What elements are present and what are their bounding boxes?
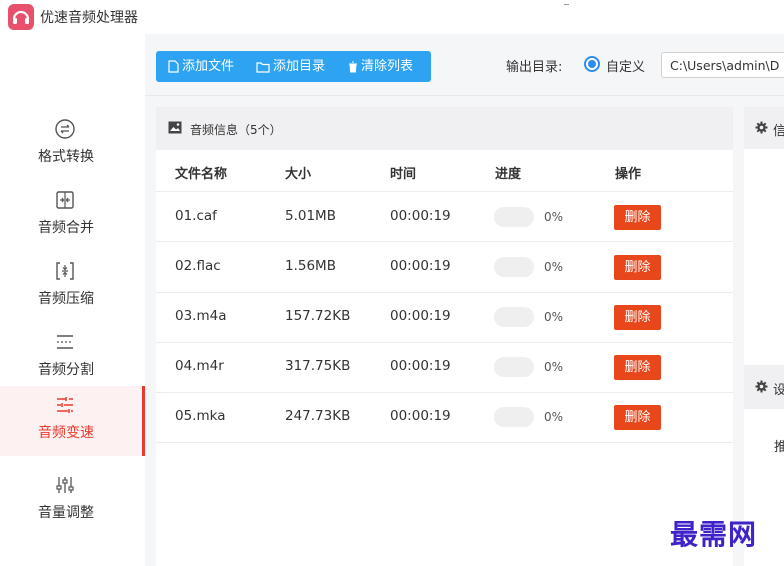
app-logo: [8, 4, 34, 30]
delete-button[interactable]: 删除: [614, 355, 661, 380]
sidebar-item-label: 音频分割: [38, 362, 94, 378]
sidebar-item-audio-split[interactable]: 音频分割: [0, 323, 145, 393]
table-row: 02.flac 1.56MB 00:00:19 0% 删除: [156, 242, 733, 293]
add-file-label: 添加文件: [182, 59, 235, 74]
file-duration: 00:00:19: [390, 208, 451, 224]
image-icon: [168, 121, 182, 134]
progress-bar: [494, 307, 534, 327]
settings-option-label: 推: [774, 440, 784, 455]
settings-panel-title: 设: [773, 383, 784, 398]
progress-text: 0%: [544, 260, 564, 274]
folder-icon: [256, 61, 270, 73]
table-row: 04.m4r 317.75KB 00:00:19 0% 删除: [156, 342, 733, 393]
volume-adjust-icon: [56, 477, 74, 493]
sidebar-item-label: 音量调整: [38, 505, 94, 521]
title-bar: 优速音频处理器: [0, 0, 784, 34]
sidebar-item-label: 音频变速: [38, 425, 94, 441]
progress-bar: [494, 207, 534, 227]
sidebar: 格式转换 音频合并 音频压缩 音频分割 音频变速 音量调整: [0, 34, 145, 566]
column-header-size: 大小: [285, 167, 312, 182]
info-panel-body: [744, 149, 784, 365]
settings-panel-header: 设: [744, 365, 784, 409]
column-header-time: 时间: [390, 167, 417, 182]
progress-bar: [494, 257, 534, 277]
info-panel-title: 信: [773, 124, 784, 139]
file-name: 02.flac: [175, 258, 221, 274]
file-duration: 00:00:19: [390, 408, 451, 424]
sidebar-item-label: 格式转换: [38, 149, 94, 165]
file-name: 01.caf: [175, 208, 217, 224]
column-header-action: 操作: [615, 167, 642, 182]
file-duration: 00:00:19: [390, 258, 451, 274]
app-title: 优速音频处理器: [40, 10, 138, 26]
delete-button[interactable]: 删除: [614, 405, 661, 430]
file-name: 05.mka: [175, 408, 226, 424]
file-name: 04.m4r: [175, 358, 224, 374]
custom-dir-radio-label[interactable]: 自定义: [606, 56, 645, 75]
table-row: 03.m4a 157.72KB 00:00:19 0% 删除: [156, 292, 733, 343]
sidebar-item-label: 音频合并: [38, 220, 94, 236]
watermark: 最需网: [670, 518, 758, 551]
add-folder-label: 添加目录: [273, 59, 326, 74]
sidebar-item-label: 音频压缩: [38, 291, 94, 307]
custom-dir-radio[interactable]: [584, 56, 600, 72]
gear-icon: [755, 380, 768, 393]
add-file-button[interactable]: 添加文件: [168, 51, 234, 82]
sidebar-item-volume-adjust[interactable]: 音量调整: [0, 466, 145, 536]
progress-text: 0%: [544, 360, 564, 374]
sidebar-item-audio-speed[interactable]: 音频变速: [0, 386, 145, 456]
audio-info-title: 音频信息（5个）: [190, 123, 282, 137]
audio-info-panel: 音频信息（5个） 文件名称 大小 时间 进度 操作 01.caf 5.01MB …: [156, 107, 733, 566]
audio-compress-icon: [56, 262, 74, 280]
gear-icon: [755, 121, 768, 134]
audio-split-icon: [57, 335, 73, 349]
info-panel-header: 信: [744, 107, 784, 149]
file-icon: [168, 60, 179, 73]
trash-icon: [349, 61, 357, 72]
column-header-progress: 进度: [495, 167, 522, 182]
sidebar-item-audio-merge[interactable]: 音频合并: [0, 181, 145, 251]
progress-text: 0%: [544, 310, 564, 324]
add-folder-button[interactable]: 添加目录: [256, 51, 325, 82]
output-dir-label: 输出目录:: [506, 60, 563, 75]
audio-info-header: 音频信息（5个）: [156, 107, 733, 150]
file-size: 247.73KB: [285, 408, 351, 424]
progress-bar: [494, 357, 534, 377]
file-size: 5.01MB: [285, 208, 336, 224]
title-mark: [564, 4, 569, 5]
clear-list-button[interactable]: 清除列表: [348, 51, 413, 82]
sidebar-item-format-convert[interactable]: 格式转换: [0, 110, 145, 180]
output-path-input[interactable]: [661, 52, 784, 78]
progress-text: 0%: [544, 410, 564, 424]
file-size: 157.72KB: [285, 308, 351, 324]
toolbar: 添加文件 添加目录 清除列表 输出目录: 自定义: [145, 34, 784, 96]
toolbar-button-group: 添加文件 添加目录 清除列表: [156, 51, 431, 82]
delete-button[interactable]: 删除: [614, 205, 661, 230]
sidebar-item-audio-compress[interactable]: 音频压缩: [0, 252, 145, 322]
file-duration: 00:00:19: [390, 358, 451, 374]
file-size: 1.56MB: [285, 258, 336, 274]
headphones-icon: [12, 10, 30, 24]
table-row: 01.caf 5.01MB 00:00:19 0% 删除: [156, 191, 733, 242]
file-duration: 00:00:19: [390, 308, 451, 324]
format-convert-icon: [55, 119, 75, 139]
progress-text: 0%: [544, 210, 564, 224]
progress-bar: [494, 407, 534, 427]
file-size: 317.75KB: [285, 358, 351, 374]
delete-button[interactable]: 删除: [614, 255, 661, 280]
table-row: 05.mka 247.73KB 00:00:19 0% 删除: [156, 392, 733, 443]
audio-merge-icon: [56, 191, 74, 209]
audio-speed-icon: [57, 397, 73, 413]
clear-list-label: 清除列表: [361, 59, 414, 74]
delete-button[interactable]: 删除: [614, 305, 661, 330]
column-header-filename: 文件名称: [175, 167, 228, 182]
file-name: 03.m4a: [175, 308, 227, 324]
